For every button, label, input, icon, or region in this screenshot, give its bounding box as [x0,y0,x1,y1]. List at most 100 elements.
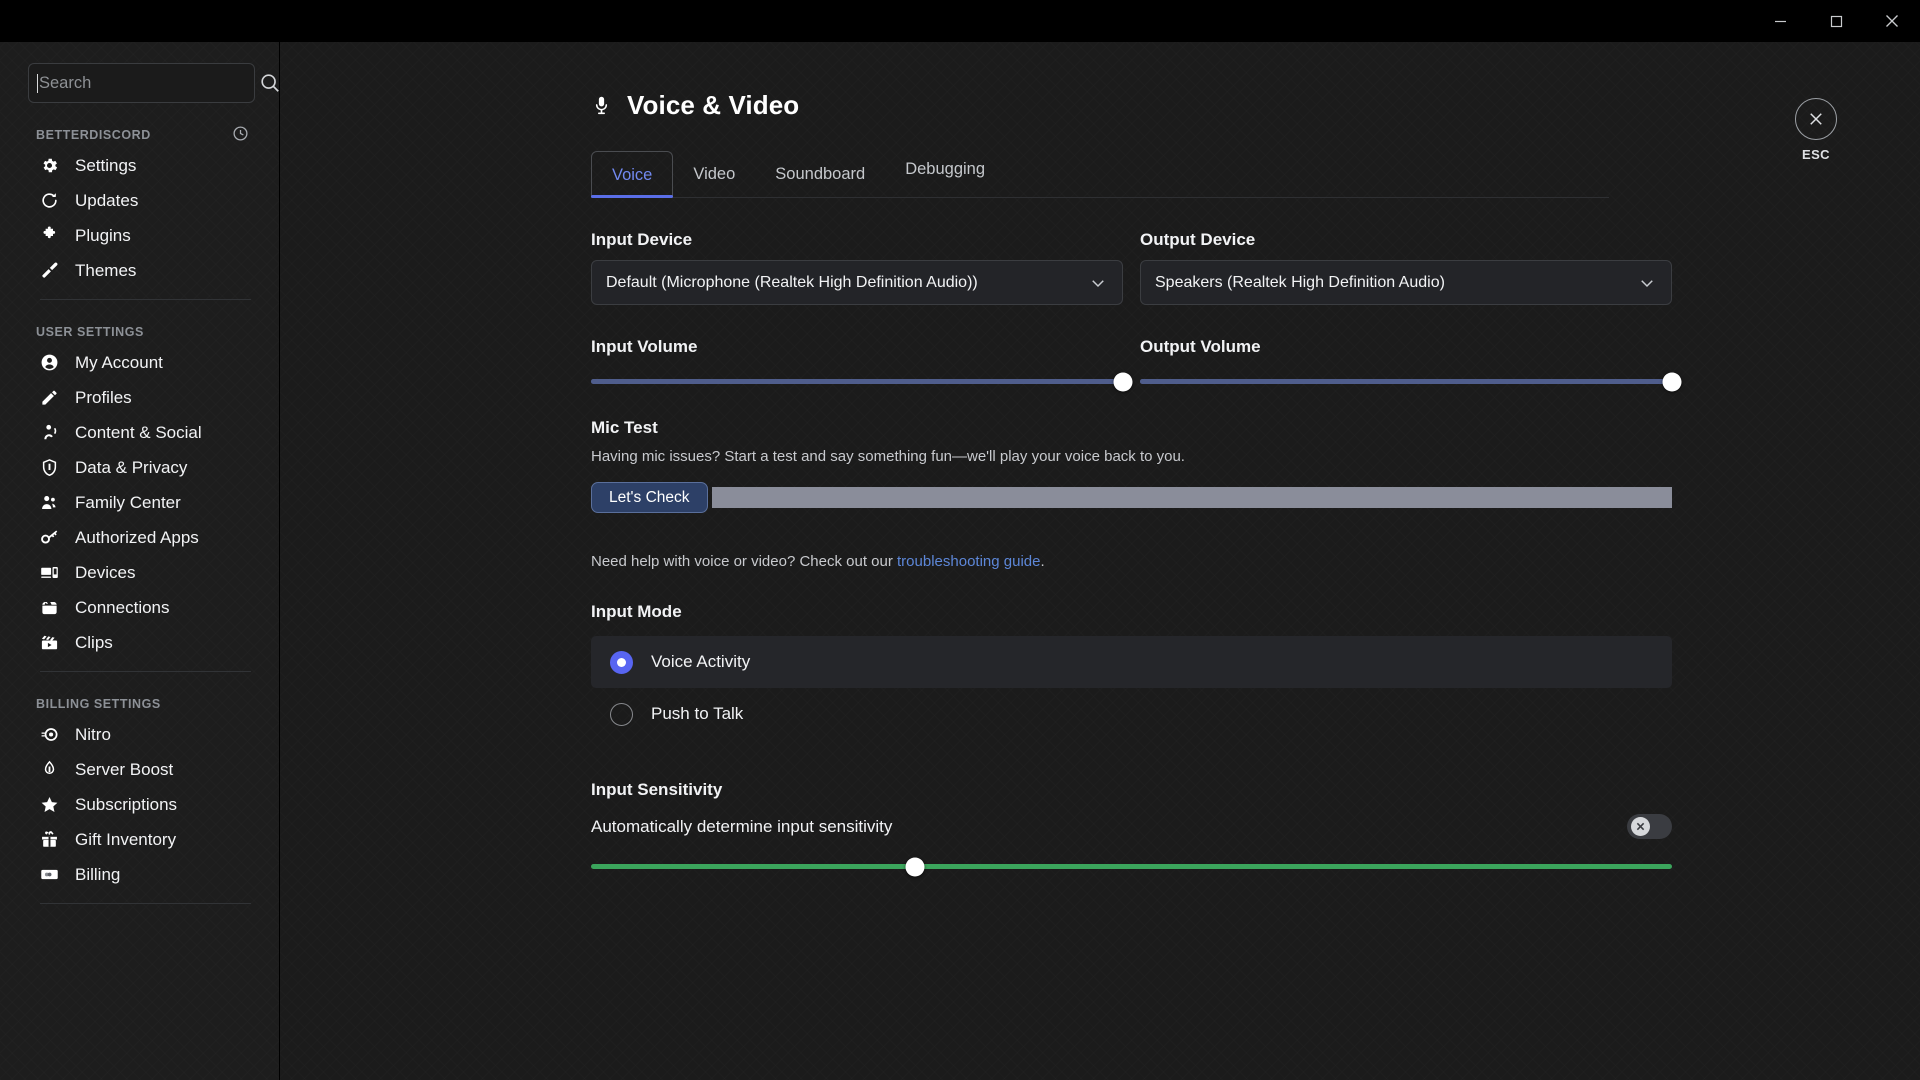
people-icon [38,492,60,514]
output-volume-knob[interactable] [1662,372,1682,391]
sidebar-item-label: Server Boost [75,759,174,779]
sidebar-item-subscriptions[interactable]: Subscriptions [28,787,257,822]
sidebar-item-content-social[interactable]: Content & Social [28,415,257,450]
sidebar-divider [40,903,251,904]
help-suffix: . [1040,553,1045,570]
chevron-down-icon [1638,274,1656,292]
input-device-select[interactable]: Default (Microphone (Realtek High Defini… [591,260,1123,305]
tab-label: Soundboard [775,165,866,183]
sidebar-item-themes[interactable]: Themes [28,253,257,288]
tab-voice[interactable]: Voice [591,151,674,198]
sidebar-item-label: Clips [75,632,113,652]
sidebar-item-devices[interactable]: Devices [28,555,257,590]
chevron-down-icon [1089,274,1107,292]
tab-label: Debugging [905,160,986,178]
sidebar-divider [40,299,251,300]
sidebar-item-family-center[interactable]: Family Center [28,485,257,520]
input-sensitivity-section: Input Sensitivity Automatically determin… [591,780,1920,876]
input-volume-group: Input Volume [591,337,1133,391]
search-input[interactable] [38,73,259,93]
page-title-text: Voice & Video [627,90,800,120]
input-volume-label: Input Volume [591,337,698,356]
sidebar-item-server-boost[interactable]: Server Boost [28,752,257,787]
tab-label: Voice [612,166,653,184]
radio-label: Push to Talk [651,704,744,723]
sidebar-item-clips[interactable]: Clips [28,625,257,660]
auto-sensitivity-toggle[interactable] [1627,814,1672,839]
star-icon [38,794,60,816]
output-volume-slider[interactable] [1140,372,1682,391]
maximize-button[interactable] [1808,0,1864,42]
gear-icon [38,155,60,177]
volume-sliders-row: Input Volume Output Volume [591,337,1682,391]
input-mode-label: Input Mode [591,602,682,621]
input-volume-fill [591,379,1123,384]
sidebar-item-label: Billing [75,864,121,884]
history-revert-icon[interactable] [232,125,249,145]
sidebar-item-authorized-apps[interactable]: Authorized Apps [28,520,257,555]
input-sensitivity-slider[interactable] [591,857,1672,876]
output-device-value: Speakers (Realtek High Definition Audio) [1155,273,1445,291]
tab-debugging[interactable]: Debugging [885,152,1005,198]
output-volume-label: Output Volume [1140,337,1261,356]
input-device-value: Default (Microphone (Realtek High Defini… [606,273,978,291]
settings-sidebar: BETTERDISCORD Settings [0,42,280,1080]
input-sensitivity-knob[interactable] [905,857,925,876]
output-device-group: Output Device Speakers (Realtek High Def… [1140,230,1672,305]
output-device-select[interactable]: Speakers (Realtek High Definition Audio) [1140,260,1672,305]
key-icon [38,527,60,549]
sidebar-item-settings[interactable]: Settings [28,148,257,183]
auto-sensitivity-label: Automatically determine input sensitivit… [591,816,893,836]
input-device-group: Input Device Default (Microphone (Realte… [591,230,1123,305]
mic-test-section: Mic Test Having mic issues? Start a test… [591,418,1920,513]
mic-test-label: Mic Test [591,418,658,437]
sidebar-item-label: Family Center [75,492,181,512]
sidebar-group-label: USER SETTINGS [36,325,144,339]
sidebar-item-label: Themes [75,260,137,280]
tab-video[interactable]: Video [673,151,755,197]
connections-icon [38,597,60,619]
sidebar-item-label: Authorized Apps [75,527,199,547]
search-box[interactable] [28,63,279,103]
radio-unselected-icon [610,702,633,726]
person-circle-icon [38,352,60,374]
sidebar-divider [40,671,251,672]
help-line: Need help with voice or video? Check out… [591,553,1920,570]
sidebar-item-label: Profiles [75,387,132,407]
pencil-icon [38,387,60,409]
settings-tabs: Voice Video Soundboard Debugging [591,151,1609,198]
radio-voice-activity[interactable]: Voice Activity [591,636,1672,688]
clapperboard-icon [38,632,60,654]
sidebar-item-billing[interactable]: Billing [28,857,257,892]
sidebar-group-label: BILLING SETTINGS [36,697,161,711]
help-prefix: Need help with voice or video? Check out… [591,553,898,570]
tab-soundboard[interactable]: Soundboard [755,151,885,197]
sidebar-item-nitro[interactable]: Nitro [28,717,257,752]
close-settings-button[interactable]: ESC [1795,98,1837,162]
output-device-label: Output Device [1140,230,1256,249]
sidebar-item-label: Content & Social [75,422,202,442]
sidebar-group-label: BETTERDISCORD [36,128,151,142]
sidebar-item-profiles[interactable]: Profiles [28,380,257,415]
troubleshooting-guide-link[interactable]: troubleshooting guide [897,553,1040,570]
input-volume-knob[interactable] [1113,372,1133,391]
sidebar-item-label: Settings [75,155,137,175]
sidebar-item-data-privacy[interactable]: Data & Privacy [28,450,257,485]
close-button[interactable] [1864,0,1920,42]
credit-card-icon [38,864,60,886]
radio-push-to-talk[interactable]: Push to Talk [591,688,1672,740]
sidebar-item-updates[interactable]: Updates [28,183,257,218]
sidebar-item-connections[interactable]: Connections [28,590,257,625]
sidebar-item-label: Devices [75,562,136,582]
shield-icon [38,457,60,479]
sidebar-item-label: My Account [75,352,163,372]
input-sensitivity-label: Input Sensitivity [591,780,723,799]
input-volume-slider[interactable] [591,372,1133,391]
sidebar-item-my-account[interactable]: My Account [28,345,257,380]
sidebar-item-plugins[interactable]: Plugins [28,218,257,253]
sidebar-item-gift-inventory[interactable]: Gift Inventory [28,822,257,857]
person-wave-icon [38,422,60,444]
sidebar-item-label: Nitro [75,724,111,744]
minimize-button[interactable] [1752,0,1808,42]
lets-check-button[interactable]: Let's Check [591,482,708,513]
